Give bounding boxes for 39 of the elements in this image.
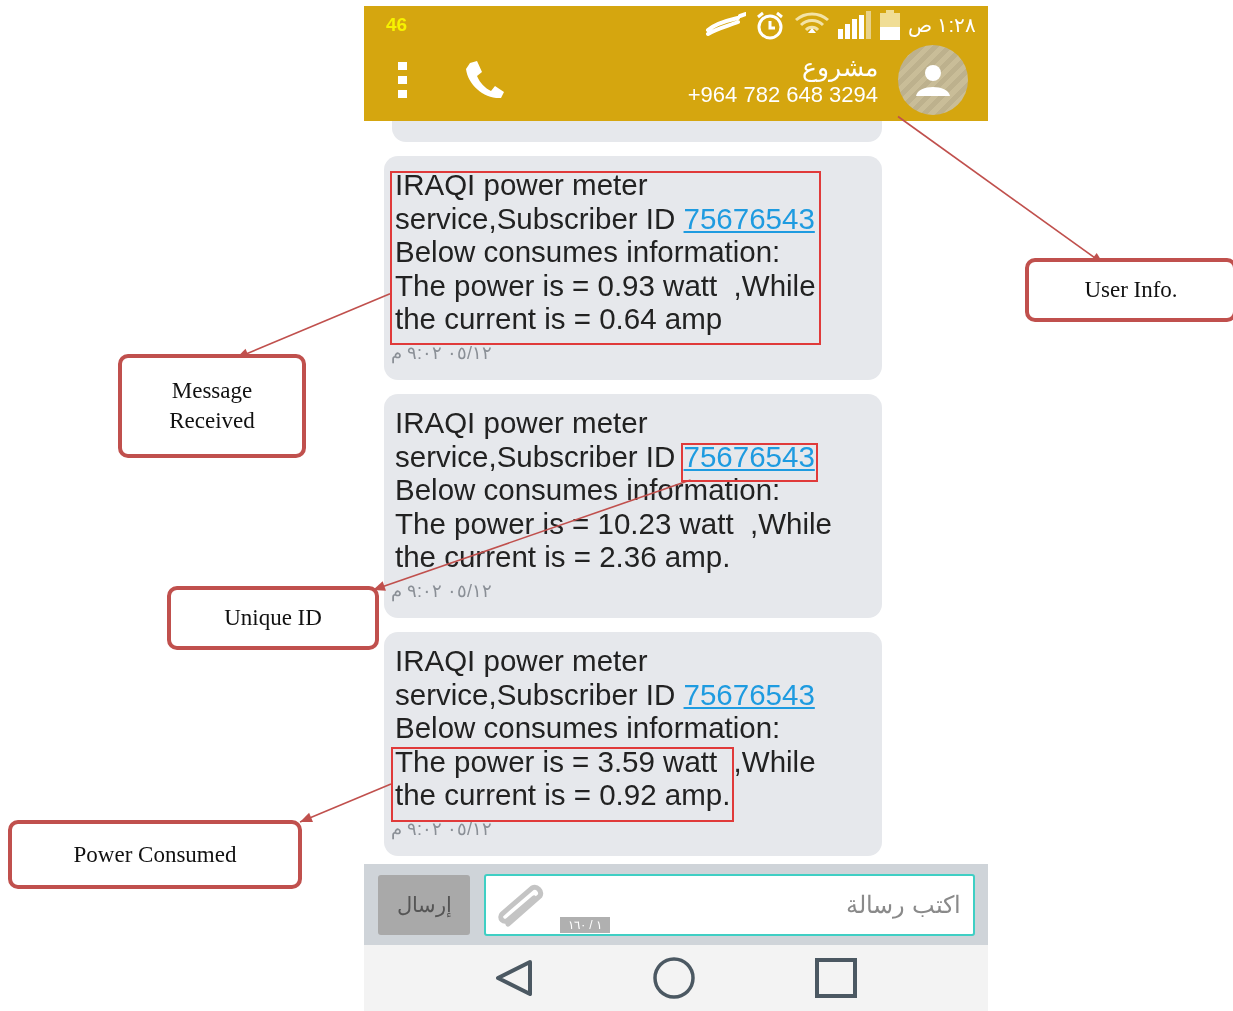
message-line: service,Subscriber ID	[395, 201, 677, 235]
recent-apps-icon[interactable]	[815, 958, 857, 998]
message-line: Below consumes information:	[395, 235, 781, 269]
callout-label: Message Received	[118, 354, 306, 458]
subscriber-id-link[interactable]: 75676543	[683, 201, 815, 235]
callout-label: Power Consumed	[8, 820, 302, 889]
back-icon[interactable]	[495, 959, 533, 997]
subscriber-id-link[interactable]: 75676543	[683, 439, 815, 473]
message-line: IRAQI power meter	[395, 168, 648, 202]
callout-label: User Info.	[1025, 258, 1233, 322]
message-line: The power is = 3.59 watt	[395, 744, 718, 778]
message-line: IRAQI power meter	[395, 644, 648, 678]
network-label: 46	[386, 14, 408, 36]
message-line: service,Subscriber ID	[395, 439, 677, 473]
message-line: Below consumes information:	[395, 711, 781, 745]
message-line: ,While	[732, 744, 816, 778]
message-line: service,Subscriber ID	[395, 677, 677, 711]
send-button[interactable]: إرسال	[378, 874, 470, 935]
subscriber-id-link[interactable]: 75676543	[683, 677, 815, 711]
message-field[interactable]: اكتب رسالة ١ / ١٦٠	[484, 873, 975, 936]
message-line: ,While	[749, 506, 832, 540]
character-counter: ١ / ١٦٠	[560, 916, 610, 933]
message-line: IRAQI power meter	[395, 406, 648, 440]
message-timestamp: ٠٥/١٢ ٩:٠٢ م	[391, 817, 493, 840]
phone-icon[interactable]	[464, 60, 504, 99]
contact-name: مشروع	[802, 51, 878, 82]
message-timestamp: ٠٥/١٢ ٩:٠٢ م	[391, 341, 493, 364]
home-icon[interactable]	[653, 957, 695, 999]
callout-label: Unique ID	[167, 586, 379, 650]
menu-icon[interactable]	[398, 61, 408, 98]
message-line: ,While	[732, 268, 816, 302]
message-timestamp: ٠٥/١٢ ٩:٠٢ م	[391, 579, 493, 602]
message-line: the current is = 0.92 amp.	[395, 778, 731, 812]
status-time: ١:٢٨ ص	[907, 13, 976, 37]
phone-number: +964 782 648 3294	[687, 81, 878, 108]
message-line: the current is = 0.64 amp	[395, 302, 723, 336]
battery-icon	[879, 10, 900, 40]
message-line: The power is = 0.93 watt	[395, 268, 718, 302]
signal-icon	[837, 11, 872, 39]
